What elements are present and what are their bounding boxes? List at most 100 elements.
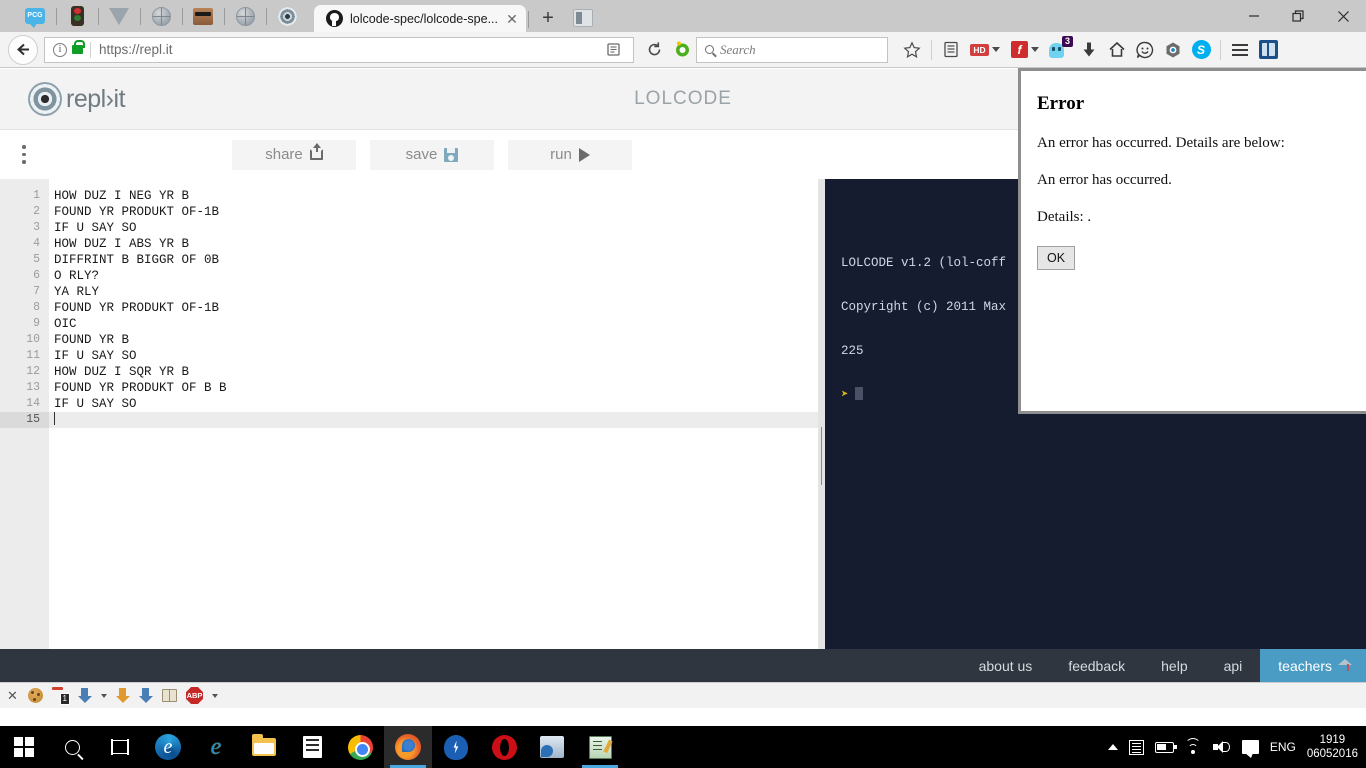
- footer-link-api[interactable]: api: [1206, 649, 1261, 682]
- adblock-plus-icon[interactable]: ABP: [186, 687, 203, 704]
- pinned-tab-globe-2[interactable]: [233, 4, 267, 28]
- lock-icon: [72, 40, 85, 54]
- code-editor[interactable]: 1 2 3 4 5 6 7 8 9 10 11 12 13 14 15 HOW …: [0, 179, 818, 682]
- spiral-icon: [277, 6, 297, 26]
- app-2[interactable]: [576, 726, 624, 768]
- screen: PCG lolcode-spec/lolcode-spe... ✕ + i ht…: [0, 0, 1366, 768]
- search-engine-icon[interactable]: [668, 36, 696, 64]
- internet-explorer-app[interactable]: e: [192, 726, 240, 768]
- ie-icon: e: [210, 734, 222, 760]
- code-area[interactable]: HOW DUZ I NEG YR B FOUND YR PRODUKT OF-1…: [49, 179, 818, 682]
- face-icon: [193, 7, 213, 25]
- panel-icon[interactable]: [1254, 36, 1282, 64]
- hd-video-icon[interactable]: HD: [965, 36, 1005, 64]
- pinned-tab-triangle[interactable]: [107, 4, 141, 28]
- pinned-tab-pcg[interactable]: PCG: [23, 4, 57, 28]
- download-helper-orange-icon[interactable]: [115, 687, 130, 704]
- dots-counter-icon[interactable]: 1: [52, 687, 70, 705]
- footer-link-about-us[interactable]: about us: [961, 649, 1051, 682]
- line-number-gutter: 1 2 3 4 5 6 7 8 9 10 11 12 13 14 15: [0, 179, 49, 682]
- windows-logo-icon: [13, 736, 35, 758]
- hexagon-icon[interactable]: [1159, 36, 1187, 64]
- splitter-handle[interactable]: [821, 427, 822, 485]
- line-number: 10: [26, 333, 40, 346]
- store-app[interactable]: [288, 726, 336, 768]
- vertical-dots-icon[interactable]: [12, 140, 36, 170]
- chevron-down-icon-2[interactable]: [212, 693, 218, 698]
- tab-list-icon[interactable]: [573, 9, 593, 27]
- footer-link-feedback[interactable]: feedback: [1050, 649, 1143, 682]
- chevron-down-icon[interactable]: [101, 693, 107, 698]
- editor-console-splitter[interactable]: [818, 179, 825, 682]
- back-button[interactable]: [8, 34, 38, 65]
- footer-link-help[interactable]: help: [1143, 649, 1205, 682]
- volume-icon[interactable]: [1212, 740, 1231, 754]
- download-icon[interactable]: [1075, 36, 1103, 64]
- download-helper-blue-icon[interactable]: [138, 687, 153, 704]
- home-icon[interactable]: [1103, 36, 1131, 64]
- pinned-tab-traffic-light[interactable]: [65, 4, 99, 28]
- bookmark-star-icon[interactable]: [898, 36, 926, 64]
- browser-addon-bar: ✕ 1 ABP: [0, 682, 1366, 708]
- wifi-icon[interactable]: [1185, 737, 1202, 754]
- file-explorer-app[interactable]: [240, 726, 288, 768]
- cookie-icon[interactable]: [28, 688, 43, 703]
- save-button[interactable]: save: [370, 139, 494, 170]
- dialog-ok-button[interactable]: OK: [1037, 246, 1075, 270]
- search-input[interactable]: Search: [696, 36, 888, 63]
- chrome-app[interactable]: [336, 726, 384, 768]
- share-button[interactable]: share: [232, 139, 356, 170]
- reader-mode-icon[interactable]: [599, 36, 627, 64]
- edge-app[interactable]: e: [144, 726, 192, 768]
- line-number: 13: [26, 381, 40, 394]
- address-bar[interactable]: i https://repl.it: [44, 36, 634, 64]
- start-button[interactable]: [0, 726, 48, 768]
- dialog-message-2: An error has occurred.: [1037, 172, 1172, 188]
- error-dialog[interactable]: Error An error has occurred. Details are…: [1018, 68, 1366, 414]
- smiley-icon[interactable]: [1131, 36, 1159, 64]
- close-tab-icon[interactable]: ✕: [504, 11, 520, 27]
- show-hidden-icons-button[interactable]: [1107, 744, 1118, 750]
- new-tab-button[interactable]: +: [537, 7, 559, 29]
- language-indicator[interactable]: ENG: [1270, 740, 1296, 754]
- pinned-tab-spiral[interactable]: [275, 4, 299, 28]
- app-1[interactable]: [528, 726, 576, 768]
- tray-list-icon[interactable]: [1128, 739, 1144, 755]
- action-center-icon[interactable]: [1241, 740, 1259, 758]
- battery-icon[interactable]: [1154, 741, 1177, 753]
- active-browser-tab[interactable]: lolcode-spec/lolcode-spe... ✕: [314, 5, 526, 32]
- reader-list-icon[interactable]: [937, 36, 965, 64]
- pinned-tab-globe-1[interactable]: [149, 4, 183, 28]
- site-info-icon[interactable]: i: [53, 42, 67, 57]
- tab-title: lolcode-spec/lolcode-spe...: [350, 11, 498, 26]
- run-button[interactable]: run: [508, 139, 632, 170]
- opera-app[interactable]: [480, 726, 528, 768]
- pinned-tab-face[interactable]: [191, 4, 225, 28]
- search-placeholder: Search: [720, 41, 756, 57]
- addon-bar-close-icon[interactable]: ✕: [6, 688, 19, 704]
- firefox-app[interactable]: [384, 726, 432, 768]
- close-icon[interactable]: [1321, 1, 1366, 31]
- code-line: HOW DUZ I SQR YR B: [54, 365, 190, 379]
- reload-button[interactable]: [640, 36, 668, 64]
- code-line: YA RLY: [54, 285, 100, 299]
- skype-icon[interactable]: S: [1187, 36, 1215, 64]
- ghostery-icon[interactable]: 3: [1045, 35, 1075, 64]
- store-icon: [302, 736, 322, 758]
- minimize-icon[interactable]: [1231, 1, 1276, 31]
- restore-icon[interactable]: [1276, 1, 1321, 31]
- address-bar-actions: [599, 36, 627, 64]
- shield-app[interactable]: [432, 726, 480, 768]
- book-icon[interactable]: [162, 689, 177, 702]
- search-button[interactable]: [48, 726, 96, 768]
- clock[interactable]: 1919 06052016: [1307, 733, 1358, 761]
- ghostery-badge: 3: [1061, 35, 1073, 48]
- menu-hamburger-icon[interactable]: [1226, 36, 1254, 64]
- task-view-button[interactable]: [96, 726, 144, 768]
- download-helper-icon[interactable]: [77, 687, 92, 704]
- folder-icon: [252, 734, 276, 756]
- flash-icon[interactable]: f: [1005, 36, 1045, 64]
- traffic-light-icon: [70, 6, 84, 26]
- footer-link-teachers[interactable]: teachers: [1260, 649, 1366, 682]
- search-icon: [64, 739, 80, 755]
